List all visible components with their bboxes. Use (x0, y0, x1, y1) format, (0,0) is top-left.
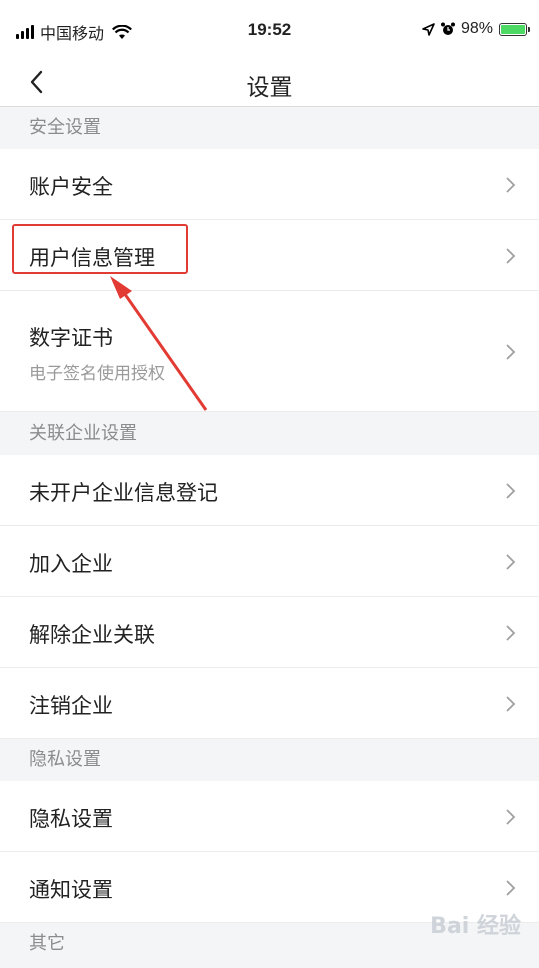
row-digital-cert[interactable]: 数字证书 电子签名使用授权 (0, 291, 539, 412)
row-join-company[interactable]: 加入企业 (0, 526, 539, 597)
row-label: 注销企业 (29, 694, 113, 718)
chevron-right-icon (506, 809, 516, 825)
section-header-security: 安全设置 (0, 107, 539, 149)
row-label: 通知设置 (29, 878, 113, 902)
chevron-right-icon (506, 483, 516, 499)
row-unregistered-info[interactable]: 未开户企业信息登记 (0, 455, 539, 526)
alarm-icon (440, 22, 455, 35)
section-header-company: 关联企业设置 (0, 413, 539, 455)
chevron-right-icon (506, 880, 516, 896)
row-label: 隐私设置 (29, 807, 113, 831)
chevron-right-icon (506, 696, 516, 712)
nav-bar: 设置 (0, 58, 539, 107)
chevron-right-icon (506, 344, 516, 360)
status-bar: 中国移动 19:52 98% (0, 0, 539, 58)
battery-percent: 98% (460, 20, 493, 37)
chevron-right-icon (506, 177, 516, 193)
row-label: 加入企业 (29, 552, 113, 576)
status-right: 98% (422, 20, 530, 38)
row-sub-label: 电子签名使用授权 (29, 364, 165, 384)
section-header-privacy: 隐私设置 (0, 739, 539, 781)
row-privacy[interactable]: 隐私设置 (0, 781, 539, 852)
chevron-right-icon (506, 625, 516, 641)
battery-icon (499, 22, 530, 36)
row-account-security[interactable]: 账户安全 (0, 149, 539, 220)
row-label: 未开户企业信息登记 (29, 481, 218, 505)
watermark: Bai 经验 (430, 914, 521, 939)
row-label: 数字证书 (29, 326, 113, 350)
row-label: 账户安全 (29, 175, 113, 199)
location-arrow-icon (422, 22, 435, 36)
row-cancel-company[interactable]: 注销企业 (0, 668, 539, 739)
highlight-box (12, 224, 188, 274)
chevron-right-icon (506, 554, 516, 570)
chevron-right-icon (506, 248, 516, 264)
row-label: 解除企业关联 (29, 623, 155, 647)
row-unlink-company[interactable]: 解除企业关联 (0, 597, 539, 668)
page-title: 设置 (246, 75, 293, 101)
